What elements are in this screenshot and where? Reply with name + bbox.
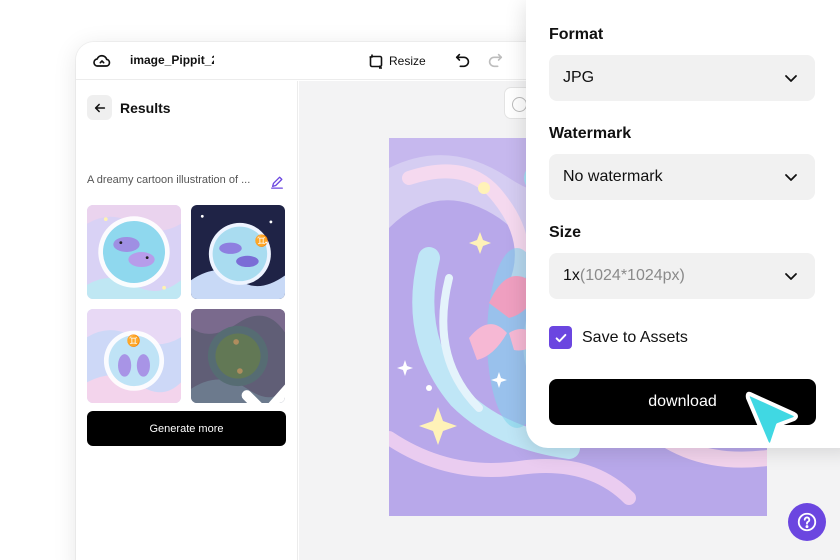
check-icon — [555, 333, 566, 342]
watermark-label: Watermark — [549, 125, 632, 142]
size-label: Size — [549, 224, 582, 241]
results-title: Results — [120, 99, 171, 116]
redo-icon[interactable] — [486, 51, 504, 69]
resize-label: Resize — [389, 54, 426, 68]
format-select[interactable]: JPG — [549, 55, 815, 101]
cursor-icon — [745, 391, 798, 447]
results-panel: Results A dreamy cartoon illustration of… — [76, 81, 298, 560]
help-button[interactable] — [788, 503, 826, 541]
size-dimensions: (1024*1024px) — [579, 267, 685, 284]
size-value: 1x(1024*1024px) — [563, 267, 685, 285]
format-label: Format — [549, 26, 604, 43]
result-thumbnail-2[interactable]: ♊ — [191, 205, 285, 299]
save-to-assets-checkbox[interactable] — [549, 326, 572, 349]
cloud-icon[interactable] — [92, 51, 112, 71]
size-select[interactable]: 1x(1024*1024px) — [549, 253, 815, 299]
save-to-assets-label[interactable]: Save to Assets — [582, 329, 688, 347]
back-arrow-icon — [94, 103, 105, 112]
resize-button[interactable]: Resize — [368, 50, 426, 72]
prompt-text: A dreamy cartoon illustration of ... — [87, 174, 251, 186]
result-thumbnail-3[interactable]: ♊ — [87, 309, 181, 403]
chevron-down-icon — [785, 174, 797, 181]
svg-text:♊: ♊ — [126, 334, 140, 348]
chevron-down-icon — [785, 273, 797, 280]
edit-icon[interactable] — [270, 175, 284, 189]
check-icon — [241, 384, 285, 403]
result-thumbnail-1[interactable] — [87, 205, 181, 299]
undo-icon[interactable] — [454, 51, 472, 69]
result-thumbnail-4[interactable] — [191, 309, 285, 403]
file-name[interactable]: image_Pippit_20 — [130, 53, 214, 67]
chevron-down-icon — [785, 75, 797, 82]
resize-icon — [369, 54, 383, 69]
watermark-select[interactable]: No watermark — [549, 154, 815, 200]
back-button[interactable] — [87, 95, 112, 120]
prompt-row: A dreamy cartoon illustration of ... — [87, 174, 287, 190]
watermark-value: No watermark — [563, 168, 663, 185]
results-header: Results — [87, 95, 171, 120]
help-icon — [797, 512, 817, 532]
svg-text:♊: ♊ — [255, 233, 269, 247]
generate-more-button[interactable]: Generate more — [87, 411, 286, 446]
export-settings-popup: Format JPG Watermark No watermark Size 1… — [526, 0, 840, 448]
size-prefix: 1x — [563, 267, 580, 284]
format-value: JPG — [563, 69, 595, 86]
